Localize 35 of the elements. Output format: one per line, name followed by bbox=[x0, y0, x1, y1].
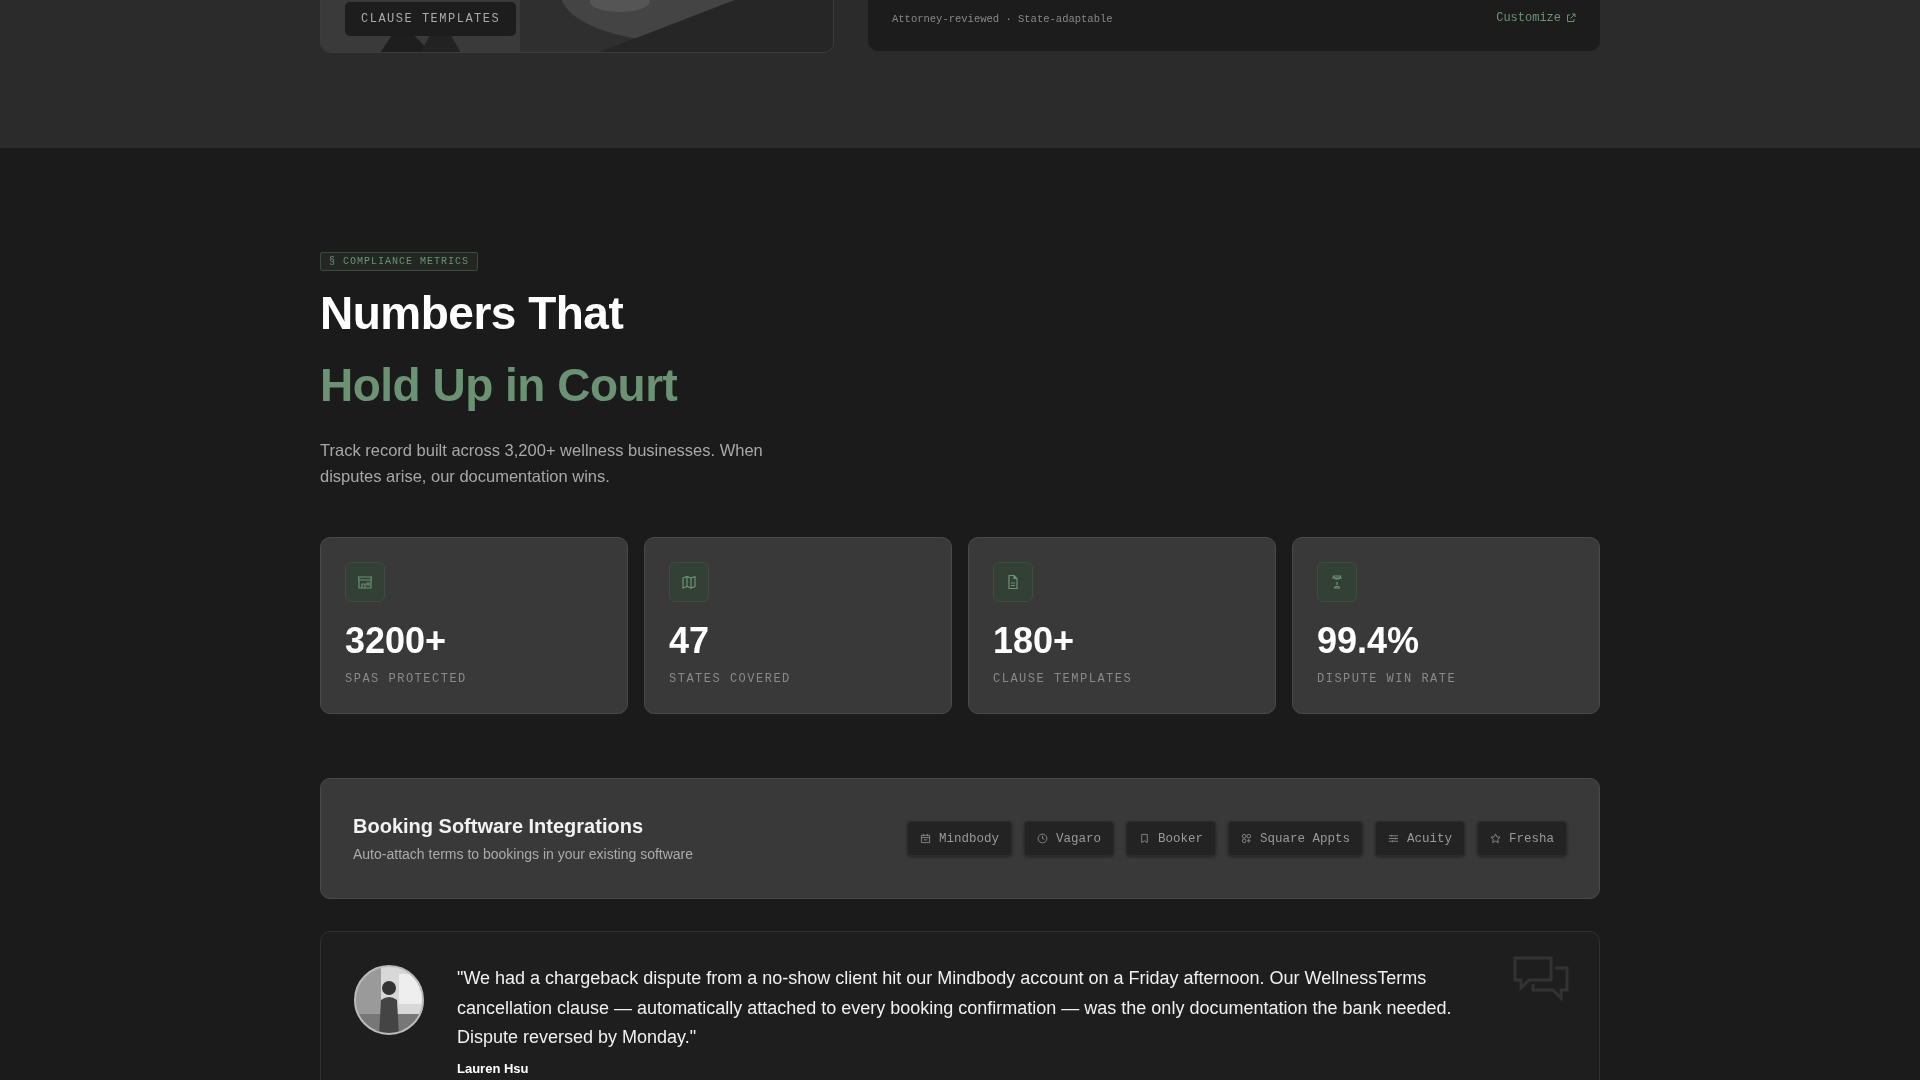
integration-chip[interactable]: Square Appts bbox=[1227, 821, 1363, 856]
customize-link[interactable]: Customize bbox=[1496, 11, 1576, 25]
calendar-icon bbox=[919, 833, 931, 844]
section-description: Track record built across 3,200+ wellness businesses. When disputes arise, our documentation wins. bbox=[320, 440, 764, 487]
section-title-highlight: Hold Up in Court bbox=[320, 358, 679, 413]
integration-chip[interactable]: Fresha bbox=[1477, 821, 1567, 856]
stat-value: 99.4% bbox=[1317, 620, 1420, 662]
integration-chip[interactable]: Vagaro bbox=[1023, 821, 1114, 856]
stat-label: DISPUTE WIN RATE bbox=[1317, 672, 1457, 686]
sliders-icon bbox=[1387, 833, 1399, 844]
integration-chip[interactable]: Booker bbox=[1125, 821, 1216, 856]
stat-label: CLAUSE TEMPLATES bbox=[993, 672, 1133, 686]
map-icon bbox=[669, 562, 709, 602]
integration-chip[interactable]: Acuity bbox=[1374, 821, 1465, 856]
bookmark-icon bbox=[1138, 833, 1150, 844]
stat-value: 47 bbox=[669, 620, 710, 662]
stat-value: 180+ bbox=[993, 620, 1075, 662]
section-badge: § COMPLIANCE METRICS bbox=[320, 252, 479, 271]
integrations-subtitle: Auto-attach terms to bookings in your existing software bbox=[353, 846, 694, 862]
integrations-title: Booking Software Integrations bbox=[353, 815, 645, 838]
integration-chip[interactable]: Mindbody bbox=[906, 821, 1012, 856]
stat-label: STATES COVERED bbox=[669, 672, 791, 686]
stat-value: 3200+ bbox=[345, 620, 447, 662]
external-link-icon bbox=[1566, 13, 1576, 23]
testimonial-quote: "We had a chargeback dispute from a no-show client hit our Mindbody account on a Friday afternoon. Our WellnessTerms cancellation clause — automatically attached to every booking confirmation — was the only documentation the bank needed. Dispute reversed by Monday." bbox=[457, 967, 1453, 1049]
grid-icon bbox=[1240, 833, 1252, 844]
card-label: CLAUSE TEMPLATES bbox=[345, 2, 517, 36]
clock-icon bbox=[1036, 833, 1048, 844]
testimonial-author: Lauren Hsu bbox=[457, 1060, 530, 1076]
document-icon bbox=[993, 562, 1033, 602]
section-title: Numbers That bbox=[320, 286, 625, 341]
store-icon bbox=[345, 562, 385, 602]
card-meta: Attorney-reviewed · State-adaptable bbox=[892, 13, 1113, 25]
stat-label: SPAS PROTECTED bbox=[345, 672, 467, 686]
star-icon bbox=[1490, 833, 1501, 844]
